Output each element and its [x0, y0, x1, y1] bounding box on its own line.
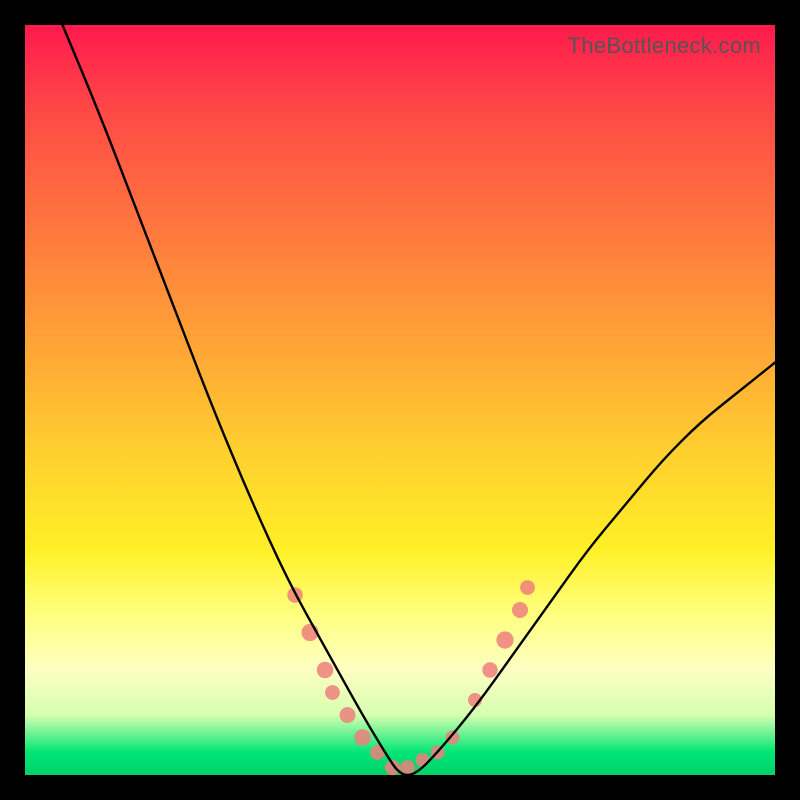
data-dot: [482, 662, 497, 677]
data-dot: [496, 631, 513, 648]
chart-svg: [25, 25, 775, 775]
chart-frame: TheBottleneck.com: [25, 25, 775, 775]
bottleneck-curve: [63, 25, 776, 775]
data-dot: [520, 580, 535, 595]
plot-area: [25, 25, 775, 775]
data-dot: [317, 662, 334, 679]
data-dot: [512, 602, 528, 618]
data-dot: [446, 731, 460, 745]
data-dot: [354, 729, 371, 746]
data-dot: [340, 707, 356, 723]
data-dot: [325, 685, 340, 700]
data-dot: [416, 753, 430, 767]
watermark-label: TheBottleneck.com: [568, 33, 761, 59]
